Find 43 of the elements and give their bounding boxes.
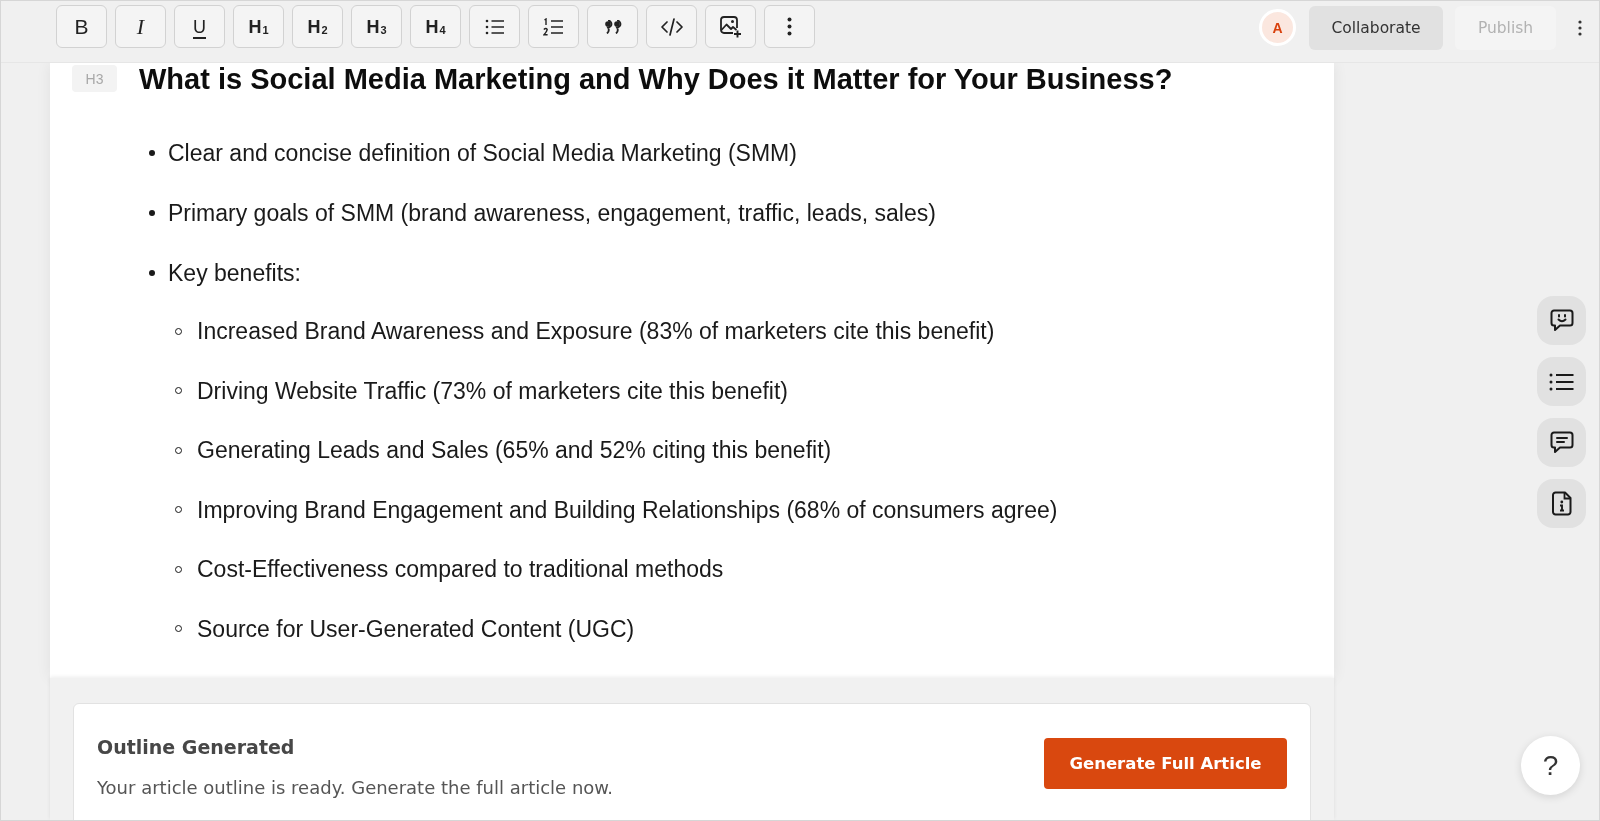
avatar[interactable]: A: [1259, 9, 1296, 46]
numbered-list-icon: [543, 17, 564, 36]
info-button[interactable]: [1537, 479, 1586, 528]
document-info-icon: [1551, 491, 1572, 516]
italic-button[interactable]: I: [115, 5, 166, 48]
quote-icon: [603, 19, 622, 34]
bullet-icon: [149, 210, 155, 216]
outline-item-text: Source for User-Generated Content (UGC): [197, 614, 635, 644]
bullet-icon: [149, 150, 155, 156]
bold-button[interactable]: B: [56, 5, 107, 48]
banner-title: Outline Generated: [97, 735, 296, 760]
list-icon: [1549, 372, 1574, 391]
comment-icon: [1549, 431, 1574, 454]
code-icon: [660, 17, 683, 36]
banner-message: Your article outline is ready. Generate the full article now.: [97, 776, 614, 800]
outline-item-text: Improving Brand Engagement and Building Relationships (68% of consumers agree): [197, 495, 1058, 525]
underline-button[interactable]: U: [174, 5, 225, 48]
section-heading: What is Social Media Marketing and Why Does it Matter for Your Business?: [139, 61, 1173, 96]
outline-item-text: Key benefits:: [168, 259, 301, 288]
heading-level-badge: H3: [72, 65, 117, 92]
outline-item-text: Driving Website Traffic (73% of marketers cite this benefit): [197, 376, 788, 406]
bullet-icon: [149, 270, 155, 276]
list-button[interactable]: [1537, 357, 1586, 406]
chat-button[interactable]: [1537, 296, 1586, 345]
help-button[interactable]: ?: [1521, 736, 1580, 795]
more-vertical-icon[interactable]: [1578, 19, 1582, 36]
image-plus-icon: [719, 15, 742, 38]
generate-article-button[interactable]: Generate Full Article: [1044, 738, 1287, 789]
bullet-list-button[interactable]: [469, 5, 520, 48]
numbered-list-button[interactable]: [528, 5, 579, 48]
outline-item-text: Cost-Effectiveness compared to traditional methods: [197, 555, 724, 584]
collaborate-button[interactable]: Collaborate: [1309, 5, 1443, 50]
outline-item-text: Increased Brand Awareness and Exposure (83% of marketers cite this benefit): [197, 317, 995, 346]
quote-button[interactable]: [587, 5, 638, 48]
comment-button[interactable]: [1537, 418, 1586, 467]
outline-item-text: Generating Leads and Sales (65% and 52% citing this benefit): [197, 436, 832, 465]
smiley-speech-bubble-icon: [1549, 309, 1574, 332]
code-button[interactable]: [646, 5, 697, 48]
outline-item-text: Clear and concise definition of Social Media Marketing (SMM): [168, 139, 797, 168]
outline-item-text: Primary goals of SMM (brand awareness, engagement, traffic, leads, sales): [168, 199, 936, 228]
bullet-list-icon: [484, 18, 505, 35]
more-vertical-icon: [787, 17, 792, 36]
add-image-button[interactable]: [705, 5, 756, 48]
